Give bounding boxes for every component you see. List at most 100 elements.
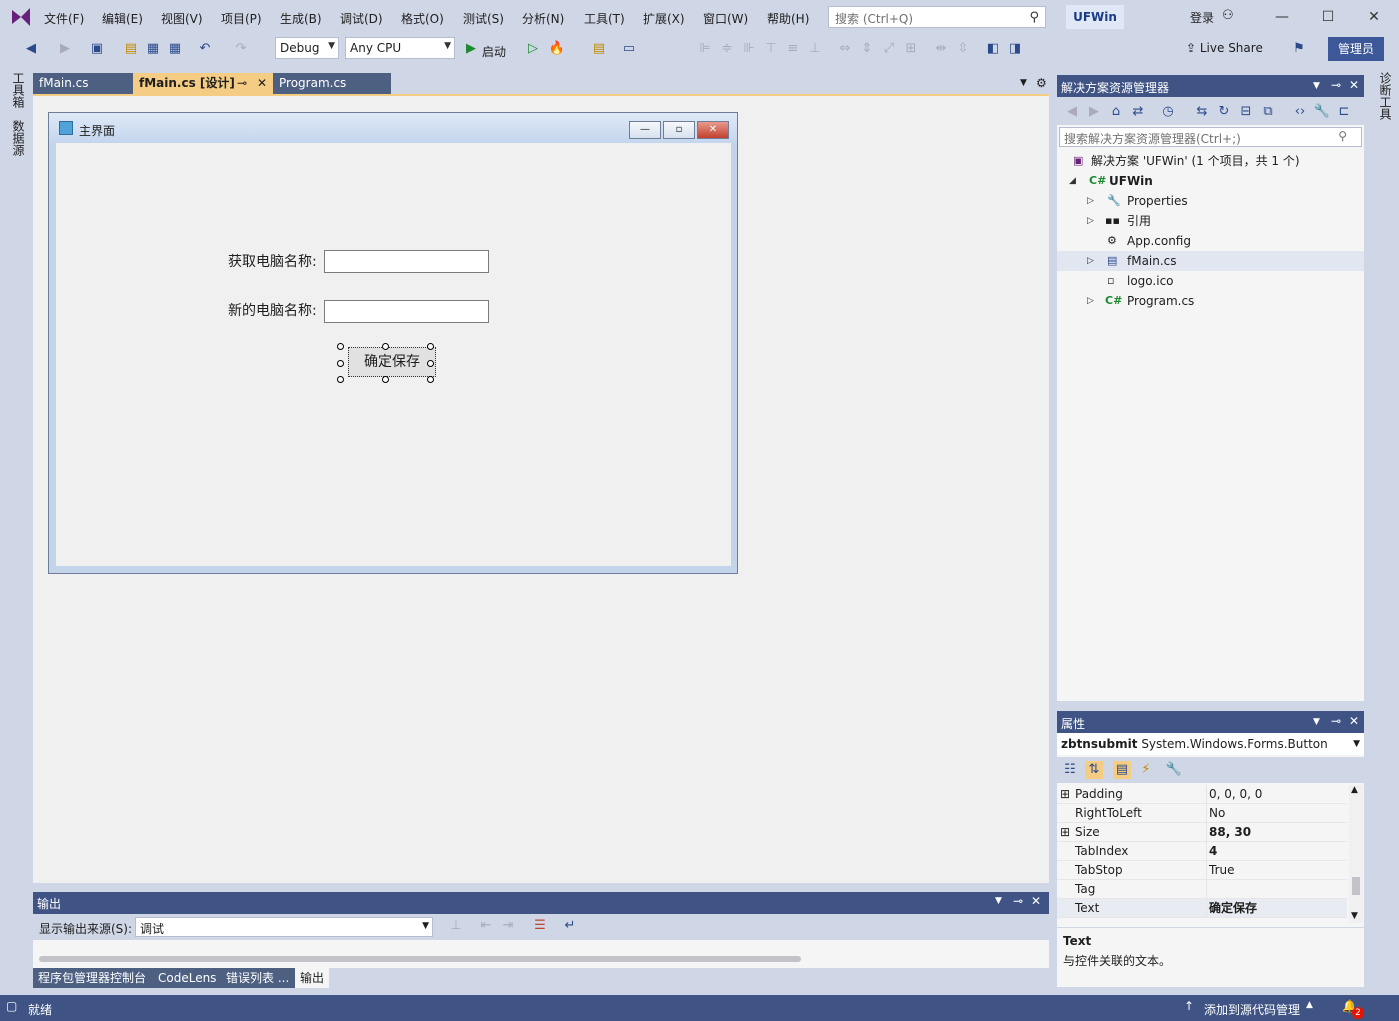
tree-item-program[interactable]: ▷ C# Program.cs: [1057, 291, 1364, 311]
properties-wrench-icon[interactable]: 🔧: [1313, 103, 1331, 121]
layout-icon[interactable]: ▭: [620, 40, 638, 58]
horizontal-spacing-icon[interactable]: ⇹: [932, 40, 950, 58]
forward-icon[interactable]: ▶: [1085, 103, 1103, 121]
expand-plus-icon[interactable]: ⊞: [1060, 785, 1070, 804]
toolbox-tab[interactable]: 工具箱: [10, 72, 27, 108]
prop-row-tabindex[interactable]: TabIndex 4: [1057, 842, 1347, 861]
resize-handle[interactable]: [427, 343, 434, 350]
diagnostic-tools-tab[interactable]: 诊断工具: [1377, 72, 1394, 120]
object-selector[interactable]: zbtnsubmit System.Windows.Forms.Button ▼: [1057, 733, 1364, 755]
prop-row-size[interactable]: ⊞ Size 88, 30: [1057, 823, 1347, 842]
tree-item-properties[interactable]: ▷ 🔧 Properties: [1057, 191, 1364, 211]
expand-arrow-icon[interactable]: ▷: [1087, 251, 1094, 271]
show-all-files-icon[interactable]: ⧉: [1259, 103, 1277, 121]
tab-error-list[interactable]: 错误列表 ...: [221, 968, 295, 988]
prop-row-padding[interactable]: ⊞ Padding 0, 0, 0, 0: [1057, 785, 1347, 804]
tree-solution[interactable]: ▣ 解决方案 'UFWin' (1 个项目，共 1 个): [1057, 151, 1364, 171]
scroll-up-icon[interactable]: ▲: [1351, 785, 1358, 795]
align-left-icon[interactable]: ⊫: [696, 40, 714, 58]
word-wrap-icon[interactable]: ↵: [561, 917, 579, 935]
menu-build[interactable]: 生成(B): [280, 10, 322, 27]
refresh-icon[interactable]: ↻: [1215, 103, 1233, 121]
back-icon[interactable]: ◀: [1063, 103, 1081, 121]
align-center-icon[interactable]: ≑: [718, 40, 736, 58]
close-icon[interactable]: ✕: [1031, 894, 1041, 908]
login-link[interactable]: 登录: [1190, 9, 1214, 26]
textbox-new-name[interactable]: [324, 300, 489, 323]
preview-icon[interactable]: ⊏: [1335, 103, 1353, 121]
menu-extensions[interactable]: 扩展(X): [643, 10, 685, 27]
start-icon[interactable]: ▶: [462, 40, 480, 58]
expand-arrow-icon[interactable]: ▷: [1087, 291, 1094, 311]
resize-handle[interactable]: [337, 376, 344, 383]
textbox-current-name[interactable]: [324, 250, 489, 273]
send-to-back-icon[interactable]: ◨: [1006, 40, 1024, 58]
tab-output[interactable]: 输出: [295, 968, 329, 988]
find-message-icon[interactable]: ⊥: [447, 917, 465, 935]
start-without-debug-icon[interactable]: ▷: [524, 40, 542, 58]
chevron-up-icon[interactable]: ▲: [1306, 1000, 1313, 1010]
expand-arrow-icon[interactable]: ▷: [1087, 211, 1094, 231]
chevron-down-icon[interactable]: ▼: [995, 896, 1002, 906]
pin-icon[interactable]: ⊸: [1013, 894, 1023, 908]
expand-arrow-icon[interactable]: ▷: [1087, 191, 1094, 211]
events-icon[interactable]: ⚡: [1137, 761, 1155, 779]
menu-format[interactable]: 格式(O): [401, 10, 444, 27]
pin-icon[interactable]: ⊸: [1331, 78, 1341, 92]
sync-icon[interactable]: ⇆: [1193, 103, 1211, 121]
datasource-tab[interactable]: 数据源: [10, 120, 27, 156]
next-message-icon[interactable]: ⇥: [499, 917, 517, 935]
menu-debug[interactable]: 调试(D): [340, 10, 383, 27]
chevron-down-icon[interactable]: ▼: [1313, 717, 1320, 727]
menu-test[interactable]: 测试(S): [463, 10, 504, 27]
tree-item-appconfig[interactable]: ⚙ App.config: [1057, 231, 1364, 251]
solution-search-input[interactable]: 搜索解决方案资源管理器(Ctrl+;) ⚲: [1059, 127, 1362, 147]
output-source-select[interactable]: 调试 ▼: [135, 917, 433, 937]
make-same-width-icon[interactable]: ⇔: [836, 40, 854, 58]
tab-fmain-cs[interactable]: fMain.cs: [33, 73, 133, 94]
resize-handle[interactable]: [427, 376, 434, 383]
tab-package-manager-console[interactable]: 程序包管理器控制台: [33, 968, 153, 988]
navigate-forward-icon[interactable]: ▶: [56, 40, 74, 58]
properties-view-icon[interactable]: ▤: [1113, 761, 1131, 779]
menu-view[interactable]: 视图(V): [161, 10, 203, 27]
settings-gear-icon[interactable]: ⚙: [1036, 76, 1047, 90]
size-to-grid-icon[interactable]: ⊞: [902, 40, 920, 58]
prop-row-tabstop[interactable]: TabStop True: [1057, 861, 1347, 880]
align-middle-icon[interactable]: ≡: [784, 40, 802, 58]
minimize-button[interactable]: —: [1262, 4, 1302, 30]
collapse-all-icon[interactable]: ⊟: [1237, 103, 1255, 121]
chevron-down-icon[interactable]: ▼: [1313, 81, 1320, 91]
pin-icon[interactable]: ⊸: [1331, 714, 1341, 728]
menu-tools[interactable]: 工具(T): [584, 10, 625, 27]
categorized-icon[interactable]: ☷: [1061, 761, 1079, 779]
menu-file[interactable]: 文件(F): [44, 10, 84, 27]
live-share-button[interactable]: ⇪ Live Share: [1186, 41, 1263, 55]
bring-to-front-icon[interactable]: ◧: [984, 40, 1002, 58]
tab-dropdown-icon[interactable]: ▼: [1020, 78, 1027, 88]
browse-folder-icon[interactable]: ▤: [590, 40, 608, 58]
prop-row-tag[interactable]: Tag: [1057, 880, 1347, 899]
feedback-icon[interactable]: ⚑: [1290, 40, 1308, 58]
clear-all-icon[interactable]: ☰: [531, 917, 549, 935]
redo-icon[interactable]: ↷: [232, 40, 250, 58]
tree-item-logo[interactable]: ▫ logo.ico: [1057, 271, 1364, 291]
properties-scrollbar[interactable]: ▲ ▼: [1349, 785, 1363, 923]
solution-config-select[interactable]: Debug ▼: [275, 37, 339, 59]
designed-form-window[interactable]: 主界面 — ▫ ✕ 获取电脑名称: 新的电脑名称: 确定保存: [48, 112, 738, 574]
prop-row-text[interactable]: Text 确定保存: [1057, 899, 1347, 918]
resize-handle[interactable]: [382, 343, 389, 350]
home-icon[interactable]: ⌂: [1107, 103, 1125, 121]
tree-item-fmain[interactable]: ▷ ▤ fMain.cs: [1057, 251, 1364, 271]
resize-handle[interactable]: [382, 376, 389, 383]
open-file-icon[interactable]: ▤: [122, 40, 140, 58]
tab-codelens[interactable]: CodeLens: [153, 968, 221, 988]
submit-button[interactable]: 确定保存: [348, 347, 436, 377]
undo-icon[interactable]: ↶: [196, 40, 214, 58]
platform-select[interactable]: Any CPU ▼: [345, 37, 455, 59]
prev-message-icon[interactable]: ⇤: [477, 917, 495, 935]
save-all-icon[interactable]: ▦: [166, 40, 184, 58]
add-to-source-control[interactable]: 添加到源代码管理: [1204, 1001, 1300, 1018]
tree-project[interactable]: ◢ C# UFWin: [1057, 171, 1364, 191]
make-same-size-icon[interactable]: ⤢: [880, 40, 898, 58]
